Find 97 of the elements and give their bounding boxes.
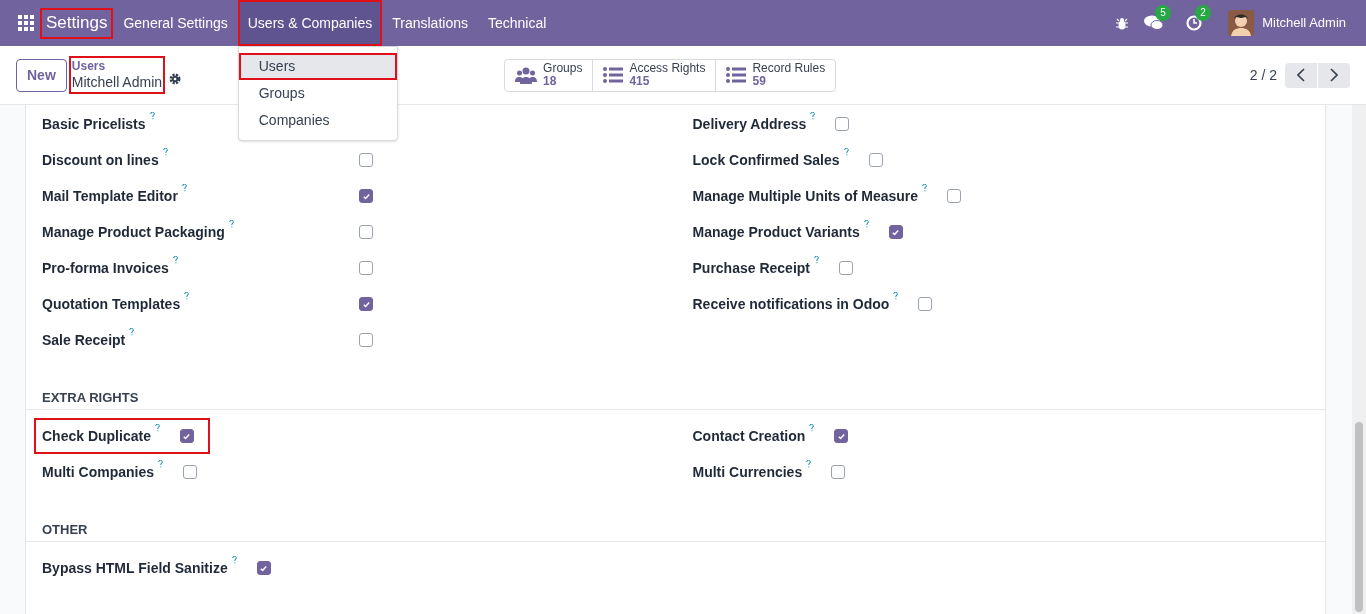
help-icon[interactable] bbox=[158, 459, 163, 468]
help-icon[interactable] bbox=[228, 219, 234, 228]
pager-value: 2 / 2 bbox=[1249, 65, 1277, 85]
checkbox[interactable] bbox=[359, 225, 373, 239]
activity-count-badge: 2 bbox=[1195, 5, 1211, 21]
dropdown-item[interactable]: Groups bbox=[238, 80, 397, 107]
field-label: Check Duplicate bbox=[42, 426, 151, 446]
app-title[interactable]: Settings bbox=[40, 7, 114, 39]
field-label: Sale Receipt bbox=[42, 330, 126, 350]
help-icon[interactable] bbox=[814, 255, 819, 264]
avatar-icon[interactable] bbox=[1228, 10, 1255, 36]
stat-button[interactable]: Record Rules 59 bbox=[715, 59, 836, 91]
checkbox[interactable] bbox=[888, 225, 903, 239]
checkmark-icon bbox=[259, 563, 269, 573]
checkmark-icon bbox=[891, 227, 901, 237]
help-icon[interactable] bbox=[863, 219, 869, 228]
dropdown-item[interactable]: Users bbox=[238, 53, 397, 80]
help-icon[interactable] bbox=[806, 459, 812, 468]
section-title: OTHER bbox=[42, 520, 88, 539]
field-label: Quotation Templates bbox=[42, 294, 181, 314]
checkbox[interactable] bbox=[947, 189, 962, 203]
checkbox[interactable] bbox=[359, 261, 373, 275]
field-label: Bypass HTML Field Sanitize bbox=[42, 558, 228, 578]
checkmark-icon bbox=[182, 431, 192, 441]
field-label: Lock Confirmed Sales bbox=[692, 150, 840, 170]
checkbox[interactable] bbox=[359, 333, 373, 347]
list-icon bbox=[603, 67, 624, 83]
checkbox[interactable] bbox=[359, 189, 373, 203]
new-button[interactable]: New bbox=[16, 58, 67, 92]
field-label: Mail Template Editor bbox=[42, 186, 178, 206]
checkbox[interactable] bbox=[256, 561, 271, 575]
menu-item[interactable]: General Settings bbox=[113, 0, 238, 46]
bug-icon[interactable] bbox=[1116, 16, 1129, 30]
stat-label: Access Rights bbox=[629, 62, 706, 75]
stat-value: 18 bbox=[543, 75, 557, 88]
checkmark-icon bbox=[361, 191, 371, 201]
field-label: Delivery Address bbox=[692, 114, 807, 134]
previous-button[interactable] bbox=[1285, 62, 1317, 88]
checkbox[interactable] bbox=[835, 117, 850, 131]
help-icon[interactable] bbox=[810, 111, 816, 120]
checkbox[interactable] bbox=[179, 429, 194, 443]
help-icon[interactable] bbox=[184, 291, 190, 300]
field-label: Discount on lines bbox=[42, 150, 159, 170]
gear-icon[interactable] bbox=[169, 73, 182, 85]
help-icon[interactable] bbox=[809, 423, 815, 432]
stat-label: Record Rules bbox=[752, 62, 826, 75]
chevron-right-icon bbox=[1330, 68, 1338, 82]
help-icon[interactable] bbox=[129, 327, 135, 336]
help-icon[interactable] bbox=[843, 147, 849, 156]
field-label: Contact Creation bbox=[692, 426, 806, 446]
checkbox[interactable] bbox=[834, 429, 849, 443]
menu-item[interactable]: Users & Companies bbox=[237, 0, 383, 46]
field-label: Pro-forma Invoices bbox=[42, 258, 169, 278]
checkmark-icon bbox=[361, 299, 371, 309]
help-icon[interactable] bbox=[172, 255, 178, 264]
help-icon[interactable] bbox=[181, 183, 187, 192]
checkbox[interactable] bbox=[183, 465, 197, 479]
menu-item[interactable]: Technical bbox=[478, 0, 557, 46]
dropdown-item[interactable]: Companies bbox=[238, 107, 397, 134]
help-icon[interactable] bbox=[154, 423, 160, 432]
field-label: Manage Multiple Units of Measure bbox=[692, 186, 919, 206]
user-name[interactable]: Mitchell Admin bbox=[1262, 13, 1346, 33]
checkbox[interactable] bbox=[359, 153, 373, 167]
message-count-badge: 5 bbox=[1155, 5, 1171, 21]
checkbox[interactable] bbox=[831, 465, 846, 479]
stat-value: 415 bbox=[629, 75, 651, 88]
field-label: Multi Currencies bbox=[692, 462, 803, 482]
stat-button[interactable]: Access Rights 415 bbox=[592, 59, 716, 91]
chevron-left-icon bbox=[1297, 68, 1305, 82]
help-icon[interactable] bbox=[231, 555, 237, 564]
field-label: Receive notifications in Odoo bbox=[692, 294, 890, 314]
field-label: Multi Companies bbox=[42, 462, 154, 482]
menu-item[interactable]: Translations bbox=[382, 0, 478, 46]
section-title: EXTRA RIGHTS bbox=[42, 388, 139, 407]
stat-label: Groups bbox=[543, 62, 583, 75]
app-grid-icon[interactable] bbox=[18, 15, 34, 31]
checkbox[interactable] bbox=[868, 153, 883, 167]
clock-icon[interactable] bbox=[1186, 15, 1203, 31]
checkbox[interactable] bbox=[839, 261, 853, 275]
help-icon[interactable] bbox=[149, 111, 155, 120]
stat-value: 59 bbox=[752, 75, 767, 88]
breadcrumb-link[interactable]: Users bbox=[71, 58, 163, 74]
stat-button[interactable]: Groups 18 bbox=[505, 59, 593, 91]
field-label: Basic Pricelists bbox=[42, 114, 146, 134]
checkmark-icon bbox=[836, 431, 846, 441]
field-label: Manage Product Variants bbox=[692, 222, 860, 242]
checkbox[interactable] bbox=[359, 297, 373, 311]
help-icon[interactable] bbox=[162, 147, 168, 156]
help-icon[interactable] bbox=[922, 183, 928, 192]
users-icon bbox=[515, 66, 538, 84]
record-title: Mitchell Admin bbox=[71, 73, 163, 92]
checkbox[interactable] bbox=[918, 297, 933, 311]
field-label: Purchase Receipt bbox=[692, 258, 810, 278]
next-button[interactable] bbox=[1318, 62, 1350, 88]
field-label: Manage Product Packaging bbox=[42, 222, 225, 242]
list-icon bbox=[726, 67, 747, 83]
help-icon[interactable] bbox=[893, 291, 899, 300]
